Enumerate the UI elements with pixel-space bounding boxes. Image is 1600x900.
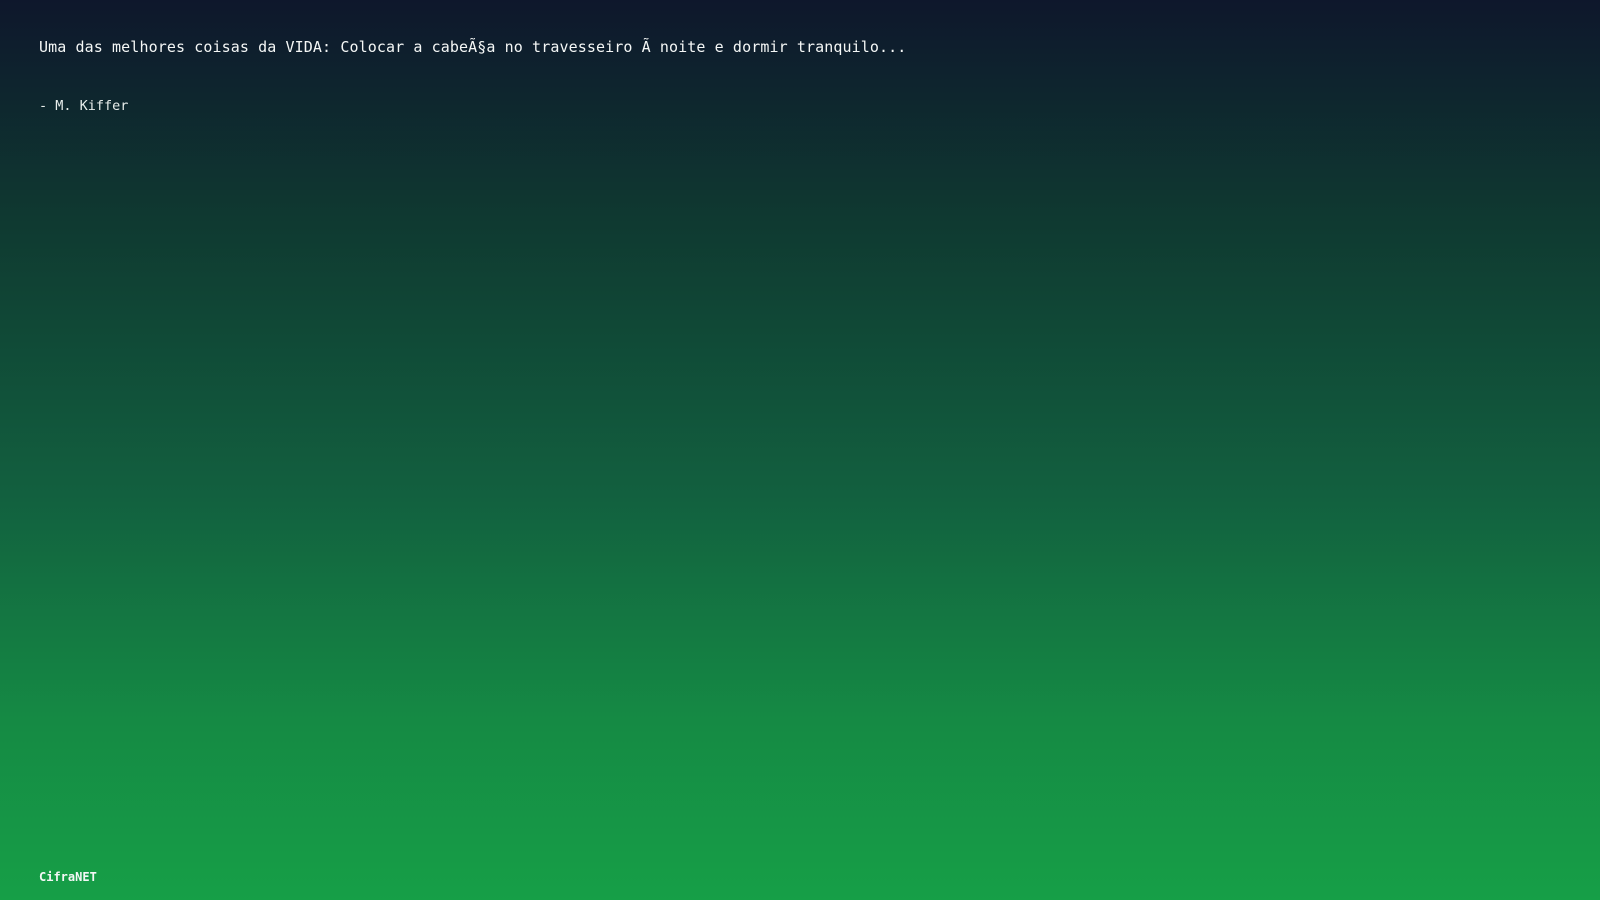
brand-label: CifraNET — [39, 870, 97, 884]
quote-author: - M. Kiffer — [39, 98, 129, 114]
quote-text: Uma das melhores coisas da VIDA: Colocar… — [39, 38, 907, 56]
